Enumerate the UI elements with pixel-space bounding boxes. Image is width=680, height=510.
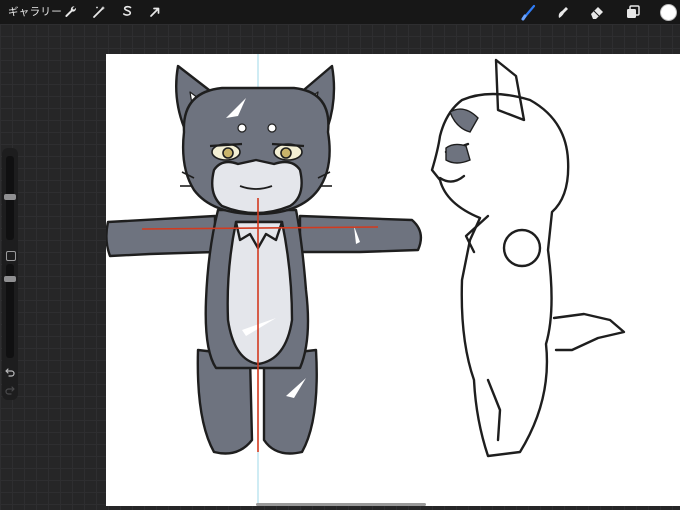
canvas-scroll-indicator	[256, 503, 426, 506]
brush-size-knob[interactable]	[4, 194, 16, 200]
muzzle	[211, 158, 303, 215]
brush-size-slider[interactable]	[4, 156, 16, 240]
right-arm	[298, 214, 423, 254]
color-picker-button[interactable]	[660, 4, 677, 21]
redo-icon[interactable]	[4, 384, 16, 396]
side-head-marking	[449, 108, 479, 133]
side-toolbar	[2, 148, 18, 400]
side-eye-marking	[445, 143, 471, 164]
eraser-icon[interactable]	[588, 3, 606, 21]
opacity-slider[interactable]	[4, 264, 16, 358]
arrow-cursor-icon[interactable]	[146, 3, 164, 21]
forehead-dot-right	[267, 123, 277, 133]
top-toolbar: ギャラリー	[0, 0, 680, 24]
square-modify-icon[interactable]	[6, 251, 16, 261]
drawing-canvas[interactable]	[106, 54, 680, 506]
left-pupil	[222, 147, 234, 159]
magic-wand-icon[interactable]	[90, 3, 108, 21]
undo-icon[interactable]	[4, 366, 16, 378]
forehead-dot-left	[237, 123, 247, 133]
layers-icon[interactable]	[624, 3, 642, 21]
right-pupil	[280, 147, 292, 159]
brush-icon[interactable]	[520, 3, 538, 21]
gallery-button[interactable]: ギャラリー	[8, 4, 62, 19]
smudge-icon[interactable]	[554, 3, 572, 21]
character-sketch	[106, 54, 626, 506]
wrench-icon[interactable]	[62, 3, 80, 21]
opacity-knob[interactable]	[4, 276, 16, 282]
left-arm	[106, 214, 217, 258]
selection-s-icon[interactable]	[118, 3, 136, 21]
